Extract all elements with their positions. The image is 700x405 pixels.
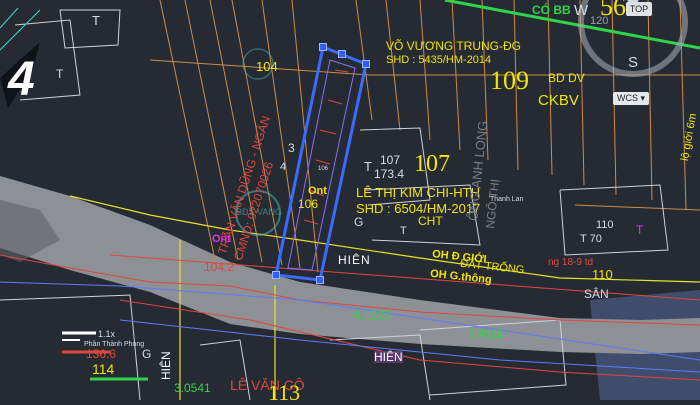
ng-note: ng 18-9 td bbox=[548, 257, 594, 268]
t-label-topleft: T bbox=[92, 13, 100, 28]
dimension-4-1223: 4.1223 bbox=[354, 308, 391, 322]
watermark-text: BĐS VANG bbox=[236, 207, 282, 217]
label-110-bottom: T 70 bbox=[580, 233, 602, 245]
parcel-number-104: 104 bbox=[256, 59, 278, 74]
parcel-number-106: 106 bbox=[298, 197, 319, 211]
small-106: 106 bbox=[318, 166, 329, 172]
wcs-menu-button[interactable]: WCS ▾ bbox=[613, 92, 650, 105]
parcel-number-109: 109 bbox=[490, 66, 529, 95]
cad-drawing-canvas[interactable] bbox=[0, 0, 700, 400]
co-bb-label: CÓ BB bbox=[532, 3, 571, 17]
cht-label: CHT bbox=[418, 214, 443, 228]
area-107-bottom: 173.4 bbox=[374, 167, 405, 181]
parcel-number-107: 107 bbox=[414, 151, 450, 177]
grip-handle-top-right[interactable] bbox=[362, 60, 370, 68]
compass-north-letter: W bbox=[574, 2, 589, 19]
parcel-number-110: 110 bbox=[592, 267, 613, 282]
san-label: SÂN bbox=[584, 287, 609, 301]
viewcube-top-button[interactable]: TOP bbox=[626, 2, 652, 16]
dimension-3-0541: 3.0541 bbox=[174, 381, 211, 395]
wcs-label: WCS bbox=[617, 93, 638, 103]
area-107-top: 107 bbox=[380, 153, 401, 167]
grip-handle-top-left[interactable] bbox=[319, 43, 327, 51]
t-107b: T bbox=[400, 225, 407, 237]
ckbv-label: CKBV bbox=[538, 92, 579, 109]
owner-vo-vuong: VÕ VƯƠNG TRUNG-ĐG bbox=[386, 39, 521, 53]
parcel-number-113: 113 bbox=[268, 380, 301, 405]
hien-label-1: HIÊN bbox=[338, 253, 371, 267]
legend-text-3: 136.6 bbox=[86, 347, 117, 361]
large-number-4: 4 bbox=[8, 53, 35, 106]
t-right-label: T bbox=[636, 223, 644, 237]
ont-left-label: Ont bbox=[212, 233, 231, 245]
legend-text-1: 1.1x bbox=[98, 329, 116, 339]
thanh-lan-label: Thanh Lan bbox=[490, 196, 524, 203]
value-120: 120 bbox=[590, 15, 609, 27]
t-label-left: T bbox=[56, 67, 64, 81]
label-110-top: 110 bbox=[596, 219, 614, 231]
grip-handle-bottom-right[interactable] bbox=[316, 276, 324, 284]
grip-handle-bottom-left[interactable] bbox=[272, 271, 280, 279]
g-left-label: G bbox=[142, 347, 152, 361]
legend-114: 114 bbox=[92, 361, 115, 377]
t-107: T bbox=[364, 159, 372, 174]
value-104-2: 104.2 bbox=[204, 260, 235, 274]
hien-left-label: HIÊN bbox=[159, 351, 173, 380]
shd-5435: SHD : 5435/HM-2014 bbox=[386, 54, 492, 66]
small-4: 4 bbox=[280, 161, 287, 173]
chevron-down-icon: ▾ bbox=[640, 93, 646, 103]
owner-le-thi-kim-chi: LÊ THỊ KIM CHI-HTH bbox=[356, 185, 480, 200]
ont-106-label: Ont bbox=[308, 185, 327, 197]
dimension-3-4811: 3.4811 bbox=[468, 327, 504, 341]
compass-south-letter: S bbox=[628, 54, 639, 71]
bd-dv-label: BD DV bbox=[548, 71, 585, 85]
small-3: 3 bbox=[288, 141, 295, 155]
hien-label-2: HIÊN bbox=[374, 350, 403, 364]
grip-handle-top-mid[interactable] bbox=[338, 50, 346, 58]
g-mid-label: G bbox=[354, 215, 364, 229]
